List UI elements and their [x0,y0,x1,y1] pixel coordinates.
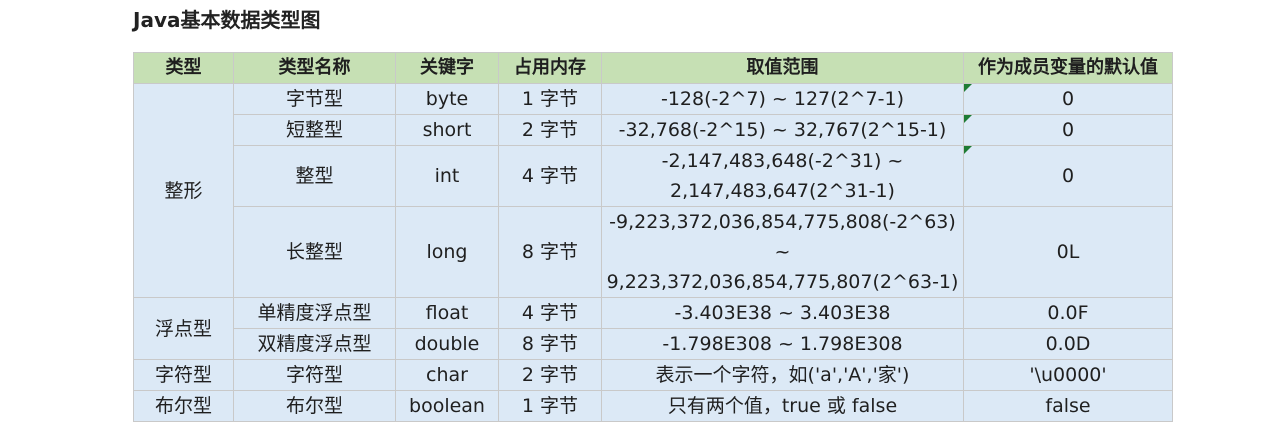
keyword-cell: int [395,145,499,207]
range-line: 只有两个值，true 或 false [667,395,898,417]
default-value: 0 [1061,88,1075,110]
keyword-cell: float [395,297,499,329]
range-line: -2,147,483,648(-2^31) ~ [661,150,904,172]
table-row: 字符型 字符型 char 2 字节 表示一个字符，如('a','A','家') '\u00… [133,359,1173,391]
range-cell: -9,223,372,036,854,775,808(-2^63) ~ 9,223… [601,206,964,298]
default-value-cell: '\u0000' [963,359,1173,391]
range-cell: -2,147,483,648(-2^31) ~ 2,147,483,647(2^3… [601,145,964,207]
type-name-cell: 单精度浮点型 [233,297,396,329]
header-memory: 占用内存 [498,52,602,84]
range-line: 9,223,372,036,854,775,807(2^63-1) [606,271,959,293]
range-line: -32,768(-2^15) ~ 32,767(2^15-1) [618,119,947,141]
table-body: 整形 字节型 byte 1 字节 -128(-2^7) ~ 127(2^7-1) 0 短整型… [133,83,1173,422]
memory-cell: 2 字节 [498,359,602,391]
default-value: '\u0000' [1029,364,1107,386]
range-cell: -1.798E308 ~ 1.798E308 [601,328,964,360]
category-cell: 字符型 [133,359,234,391]
comment-indicator-icon [964,146,972,154]
range-line: -9,223,372,036,854,775,808(-2^63) ~ [609,211,956,263]
default-value: 0L [1056,241,1080,263]
default-value: 0.0F [1047,302,1089,324]
keyword-cell: long [395,206,499,298]
table-row: 浮点型 单精度浮点型 float 4 字节 -3.403E38 ~ 3.403E38 0.… [133,297,1173,360]
type-name-cell: 短整型 [233,114,396,146]
range-line: 2,147,483,647(2^31-1) [670,180,895,202]
table-row: 整形 字节型 byte 1 字节 -128(-2^7) ~ 127(2^7-1) 0 [133,83,1173,298]
category-cell: 整形 [133,83,234,298]
header-keyword: 关键字 [395,52,499,84]
memory-cell: 8 字节 [498,328,602,360]
range-cell: -128(-2^7) ~ 127(2^7-1) [601,83,964,115]
type-name-cell: 字符型 [233,359,396,391]
type-name-cell: 布尔型 [233,390,396,422]
default-value-cell: 0.0F [963,297,1173,329]
range-line: -1.798E308 ~ 1.798E308 [662,333,903,355]
range-cell: 只有两个值，true 或 false [601,390,964,422]
range-line: 表示一个字符，如('a','A','家') [655,364,910,386]
default-value-cell: 0 [963,145,1173,207]
range-cell: -32,768(-2^15) ~ 32,767(2^15-1) [601,114,964,146]
keyword-cell: boolean [395,390,499,422]
table-row: 长整型 long 8 字节 -9,223,372,036,854,775,808(-2… [134,206,1173,298]
keyword-cell: char [395,359,499,391]
keyword-cell: short [395,114,499,146]
table-row: 双精度浮点型 double 8 字节 -1.798E308 ~ 1.798E308 0.… [134,328,1173,360]
memory-cell: 2 字节 [498,114,602,146]
default-value: 0.0D [1045,333,1091,355]
comment-indicator-icon [964,115,972,123]
category-cell: 浮点型 [133,297,234,360]
memory-cell: 4 字节 [498,145,602,207]
type-name-cell: 字节型 [233,83,396,115]
page-title: Java基本数据类型图 [133,8,321,32]
default-value-cell: false [963,390,1173,422]
category-cell: 布尔型 [133,390,234,422]
header-range: 取值范围 [601,52,964,84]
header-type-name: 类型名称 [233,52,396,84]
range-line: -128(-2^7) ~ 127(2^7-1) [660,88,905,110]
default-value: false [1045,395,1091,417]
data-types-table: 类型 类型名称 关键字 占用内存 取值范围 作为成员变量的默认值 整形 字节型 by… [133,52,1173,422]
table-row: 短整型 short 2 字节 -32,768(-2^15) ~ 32,767(2^15… [134,114,1173,146]
memory-cell: 4 字节 [498,297,602,329]
range-line: -3.403E38 ~ 3.403E38 [674,302,891,324]
default-value: 0 [1061,165,1075,187]
memory-cell: 8 字节 [498,206,602,298]
range-cell: -3.403E38 ~ 3.403E38 [601,297,964,329]
default-value-cell: 0.0D [963,328,1173,360]
table-row: 整型 int 4 字节 -2,147,483,648(-2^31) ~ 2,147,48… [134,145,1173,207]
keyword-cell: double [395,328,499,360]
header-row: 类型 类型名称 关键字 占用内存 取值范围 作为成员变量的默认值 [133,52,1173,84]
memory-cell: 1 字节 [498,83,602,115]
type-name-cell: 长整型 [233,206,396,298]
header-default: 作为成员变量的默认值 [963,52,1173,84]
default-value-cell: 0L [963,206,1173,298]
range-cell: 表示一个字符，如('a','A','家') [601,359,964,391]
type-name-cell: 双精度浮点型 [233,328,396,360]
default-value-cell: 0 [963,83,1173,115]
header-category: 类型 [133,52,234,84]
type-name-cell: 整型 [233,145,396,207]
table-row: 布尔型 布尔型 boolean 1 字节 只有两个值，true 或 false false [133,390,1173,422]
memory-cell: 1 字节 [498,390,602,422]
default-value-cell: 0 [963,114,1173,146]
default-value: 0 [1061,119,1075,141]
comment-indicator-icon [964,84,972,92]
keyword-cell: byte [395,83,499,115]
